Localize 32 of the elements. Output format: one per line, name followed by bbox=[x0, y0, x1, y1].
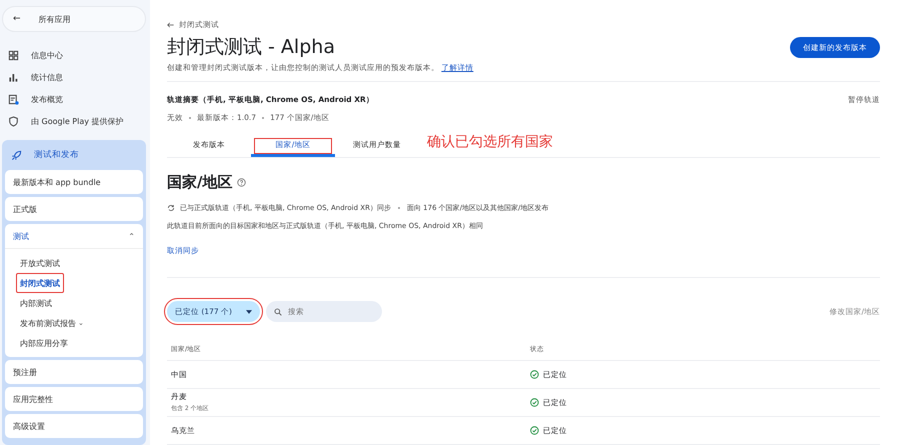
page-title: 封闭式测试 - Alpha bbox=[167, 35, 336, 60]
sidebar-item[interactable]: 预注册 bbox=[5, 360, 143, 384]
back-arrow-icon[interactable] bbox=[167, 22, 174, 28]
separator-dot bbox=[262, 117, 264, 119]
nav-icon bbox=[8, 50, 19, 60]
annotation-text: 确认已勾选所有国家 bbox=[427, 133, 553, 151]
sidebar-subitem[interactable]: 封闭式测试 bbox=[16, 273, 64, 293]
sidebar-item[interactable]: 高级设置 bbox=[5, 414, 143, 438]
section-heading: 国家/地区 bbox=[167, 173, 232, 192]
sync-icon bbox=[167, 204, 175, 212]
separator-dot bbox=[189, 117, 191, 119]
nav-icon bbox=[8, 116, 19, 126]
sidebar-item[interactable]: 正式版 bbox=[5, 197, 143, 221]
rocket-icon bbox=[11, 150, 22, 160]
sidebar-item[interactable]: 由 Google Play 提供保护 bbox=[8, 110, 146, 132]
sidebar-subitem[interactable]: 内部应用分享 bbox=[16, 333, 72, 353]
all-apps-button[interactable]: ← 所有应用 bbox=[2, 6, 146, 32]
separator-dot bbox=[398, 207, 400, 209]
sidebar-item[interactable]: 发布概览 bbox=[8, 88, 146, 110]
dropdown-icon bbox=[246, 310, 252, 314]
sidebar-item[interactable]: 信息中心 bbox=[8, 44, 146, 66]
sidebar-subitem[interactable]: 开放式测试 bbox=[16, 253, 64, 273]
sidebar-item[interactable]: 测试 ⌃ bbox=[5, 224, 143, 249]
help-icon bbox=[237, 178, 246, 187]
sidebar-item[interactable]: 统计信息 bbox=[8, 66, 146, 88]
nav-icon bbox=[8, 72, 19, 82]
search-icon bbox=[274, 308, 282, 316]
sidebar-item[interactable]: 最新版本和 app bundle bbox=[5, 170, 143, 194]
sidebar-item[interactable]: 应用完整性 bbox=[5, 387, 143, 411]
sidebar-item[interactable]: 测试和发布 bbox=[5, 140, 143, 170]
nav-icon bbox=[8, 94, 19, 104]
sidebar-subitem[interactable]: 内部测试 bbox=[16, 293, 56, 313]
